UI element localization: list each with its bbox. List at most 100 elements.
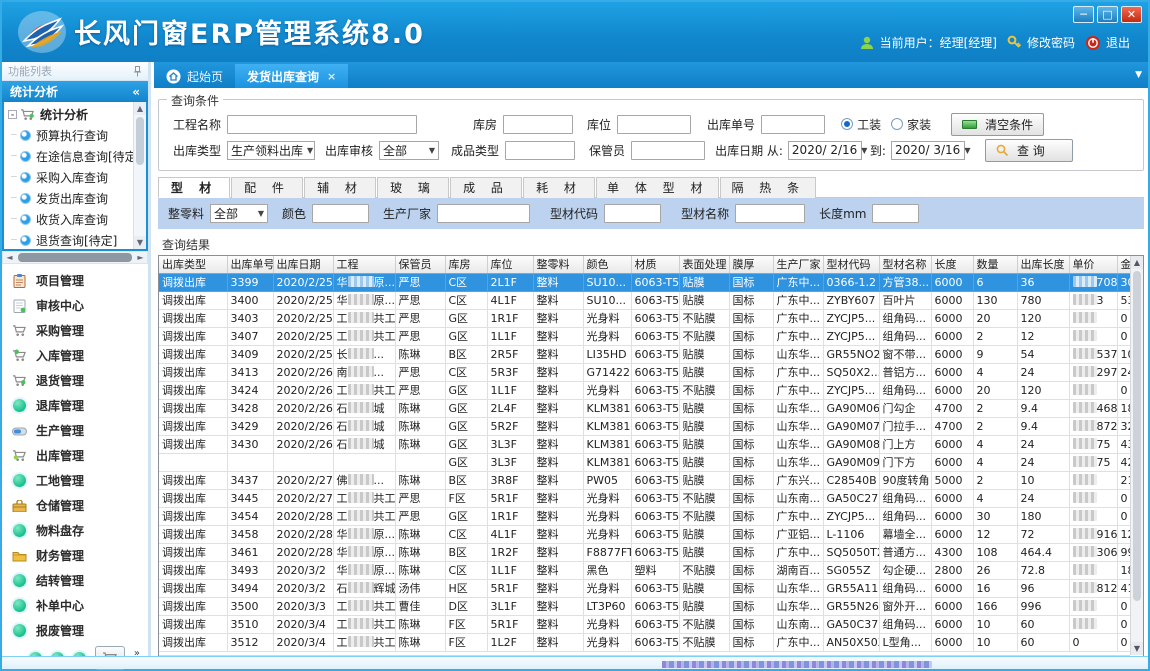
table-row[interactable]: 调拨出库35122020/3/4工共工程陈琳F区1L2F整料光身料6063-T5… — [159, 633, 1144, 651]
column-header-keeper[interactable]: 保管员 — [395, 256, 445, 273]
sidebar-item-生产管理[interactable]: 生产管理 — [12, 418, 148, 443]
column-header-no[interactable]: 出库单号 — [227, 256, 273, 273]
tree-item[interactable]: ┄ 收货入库查询 — [8, 209, 146, 230]
material-tab-1[interactable]: 配 件 — [231, 177, 303, 198]
sidebar-item-退库管理[interactable]: 退库管理 — [12, 393, 148, 418]
column-header-len[interactable]: 长度 — [931, 256, 973, 273]
column-header-loc[interactable]: 库位 — [487, 256, 533, 273]
sidebar-item-工地管理[interactable]: 工地管理 — [12, 468, 148, 493]
scroll-right-icon[interactable]: ► — [134, 253, 147, 262]
sidebar-item-出库管理[interactable]: 出库管理 — [12, 443, 148, 468]
tree-vertical-scrollbar[interactable]: ▲ ▼ — [133, 102, 146, 249]
pin-icon[interactable] — [133, 66, 142, 77]
sidebar-item-采购管理[interactable]: 采购管理 — [12, 318, 148, 343]
change-password-button[interactable]: 修改密码 — [1007, 34, 1075, 51]
table-row[interactable]: 调拨出库34542020/2/28工共工程严思G区1R1F整料光身料6063-T… — [159, 507, 1144, 525]
sidebar-item-财务管理[interactable]: 财务管理 — [12, 543, 148, 568]
column-header-maker[interactable]: 生产厂家 — [773, 256, 823, 273]
column-header-name[interactable]: 型材名称 — [879, 256, 931, 273]
column-header-date[interactable]: 出库日期 — [273, 256, 333, 273]
column-header-price[interactable]: 单价 — [1069, 256, 1117, 273]
table-row[interactable]: 调拨出库35102020/3/4工共工程陈琳F区5R1F整料光身料6063-T5… — [159, 615, 1144, 633]
tree-item[interactable]: ┄ 预算执行查询 — [8, 125, 146, 146]
table-row[interactable]: G区3L3F整料KLM38176063-T5贴膜国标山东华...GA90M09.… — [159, 453, 1144, 471]
column-header-project[interactable]: 工程 — [333, 256, 395, 273]
tree-root[interactable]: - 统计分析 — [8, 104, 146, 125]
table-row[interactable]: 调拨出库34002020/2/25华原...严思C区4L1F整料SU10...6… — [159, 291, 1144, 309]
table-row[interactable]: 调拨出库34282020/2/26石城陈琳G区2L4F整料KLM38176063… — [159, 399, 1144, 417]
column-header-outlen[interactable]: 出库长度 — [1017, 256, 1069, 273]
date-from-picker[interactable]: 2020/ 2/16▼ — [788, 141, 862, 160]
column-header-color[interactable]: 颜色 — [583, 256, 631, 273]
column-header-type[interactable]: 出库类型 — [159, 256, 227, 273]
radio-jiazhuang[interactable]: 家装 — [891, 116, 931, 133]
sidebar-item-结转管理[interactable]: 结转管理 — [12, 568, 148, 593]
material-tab-6[interactable]: 单 体 型 材 — [596, 177, 719, 198]
maker-input[interactable] — [437, 204, 530, 223]
maximize-button[interactable]: □ — [1097, 6, 1118, 23]
keeper-input[interactable] — [631, 141, 705, 160]
color-input[interactable] — [312, 204, 369, 223]
sidebar-item-报废管理[interactable]: 报废管理 — [12, 618, 148, 643]
tree-horizontal-scrollbar[interactable]: ◄ ► — [2, 251, 148, 264]
column-header-wh[interactable]: 库房 — [445, 256, 487, 273]
profile-name-input[interactable] — [735, 204, 805, 223]
sidebar-item-物料盘存[interactable]: 物料盘存 — [12, 518, 148, 543]
scroll-down-icon[interactable]: ▼ — [134, 236, 146, 249]
collapse-icon[interactable]: « — [132, 85, 140, 99]
column-header-material[interactable]: 材质 — [631, 256, 679, 273]
tree-item[interactable]: ┄ 发货出库查询 — [8, 188, 146, 209]
sidebar-item-项目管理[interactable]: 项目管理 — [12, 268, 148, 293]
table-row[interactable]: 调拨出库34932020/3/2华原...陈琳C区1L1F整料黑色塑料不贴膜国标… — [159, 561, 1144, 579]
sidebar-item-入库管理[interactable]: 入库管理 — [12, 343, 148, 368]
radio-gongzhuang[interactable]: 工装 — [841, 116, 881, 133]
tab-shipping-outbound-query[interactable]: 发货出库查询 × — [235, 64, 348, 88]
tab-list-caret-icon[interactable]: ▼ — [1135, 70, 1142, 80]
sidebar-item-仓储管理[interactable]: 仓储管理 — [12, 493, 148, 518]
sidebar-item-退货管理[interactable]: 退货管理 — [12, 368, 148, 393]
table-row[interactable]: 调拨出库34942020/3/2石辉城汤伟H区5R1F整料光身料6063-T5贴… — [159, 579, 1144, 597]
scroll-left-icon[interactable]: ◄ — [3, 253, 16, 262]
table-row[interactable]: 调拨出库34292020/2/26石城陈琳G区5R2F整料KLM38176063… — [159, 417, 1144, 435]
table-row[interactable]: 调拨出库34452020/2/27工共工程严思F区5R1F整料光身料6063-T… — [159, 489, 1144, 507]
profile-code-input[interactable] — [604, 204, 661, 223]
warehouse-input[interactable] — [503, 115, 573, 134]
table-row[interactable]: 调拨出库34612020/2/28华原...陈琳B区1R2F整料F8877FT6… — [159, 543, 1144, 561]
table-row[interactable]: 调拨出库35002020/3/3工共工程曹佳D区3L1F整料LT3P606063… — [159, 597, 1144, 615]
tree-item[interactable]: ┄ 采购入库查询 — [8, 167, 146, 188]
table-row[interactable]: 调拨出库34092020/2/25长...陈琳B区2R5F整料LI35HD606… — [159, 345, 1144, 363]
material-tab-5[interactable]: 耗 材 — [523, 177, 595, 198]
length-input[interactable] — [872, 204, 919, 223]
table-row[interactable]: 调拨出库34032020/2/25工共工程严思G区1R1F整料光身料6063-T… — [159, 309, 1144, 327]
material-tab-2[interactable]: 辅 材 — [304, 177, 376, 198]
material-tab-3[interactable]: 玻 璃 — [377, 177, 449, 198]
tree-expander-icon[interactable]: - — [8, 110, 17, 119]
sidebar-item-补单中心[interactable]: 补单中心 — [12, 593, 148, 618]
minimize-button[interactable]: ─ — [1073, 6, 1094, 23]
column-header-qty[interactable]: 数量 — [973, 256, 1017, 273]
scroll-up-icon[interactable]: ▲ — [134, 102, 146, 115]
out-audit-select[interactable]: 全部▼ — [379, 141, 439, 160]
location-input[interactable] — [617, 115, 691, 134]
close-button[interactable]: ✕ — [1121, 6, 1142, 23]
column-header-surface[interactable]: 表面处理 — [679, 256, 729, 273]
order-no-input[interactable] — [761, 115, 825, 134]
tree-item[interactable]: ┄ 退货查询[待定] — [8, 230, 146, 251]
table-row[interactable]: 调拨出库34582020/2/28华原...陈琳C区4L1F整料光身料6063-… — [159, 525, 1144, 543]
column-header-code[interactable]: 型材代码 — [823, 256, 879, 273]
table-row[interactable]: 调拨出库33992020/2/25华原...严思C区2L1F整料SU10...6… — [159, 273, 1144, 291]
material-tab-7[interactable]: 隔 热 条 — [720, 177, 816, 198]
column-header-film[interactable]: 膜厚 — [729, 256, 773, 273]
sidebar-item-审核中心[interactable]: 审核中心 — [12, 293, 148, 318]
clear-conditions-button[interactable]: 清空条件 — [951, 113, 1044, 136]
scroll-down-icon[interactable]: ▼ — [1131, 642, 1143, 655]
table-row[interactable]: 调拨出库34372020/2/27佛...陈琳B区3R8F整料PW056063-… — [159, 471, 1144, 489]
column-header-whole[interactable]: 整零料 — [533, 256, 583, 273]
whole-part-select[interactable]: 全部▼ — [210, 204, 268, 223]
product-type-input[interactable] — [505, 141, 575, 160]
grid-vertical-scrollbar[interactable]: ▲ ▼ — [1130, 256, 1143, 655]
search-button[interactable]: 查 询 — [985, 139, 1073, 162]
tab-close-icon[interactable]: × — [327, 70, 336, 83]
out-type-select[interactable]: 生产领料出库▼ — [227, 141, 315, 160]
material-tab-0[interactable]: 型 材 — [158, 177, 230, 198]
